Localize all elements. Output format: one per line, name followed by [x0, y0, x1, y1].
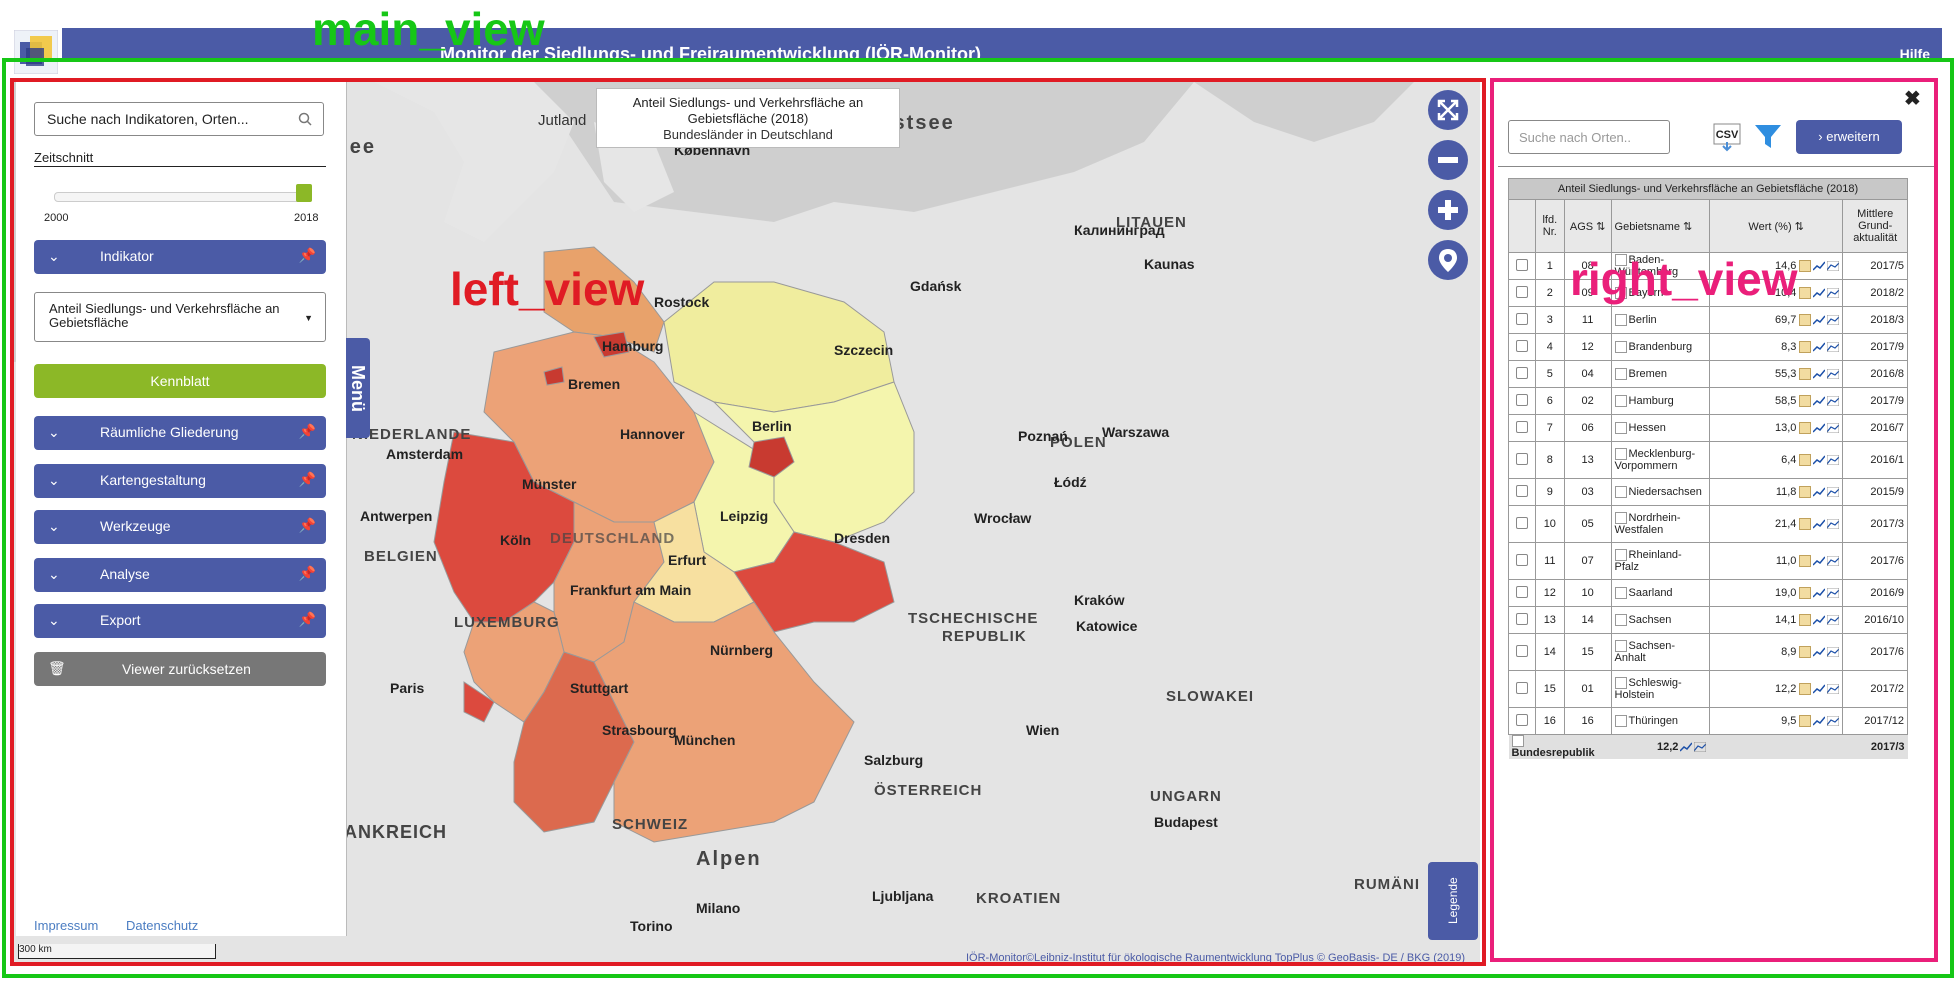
- right-view-frame: [1490, 78, 1938, 962]
- left-view-label: left_view: [450, 263, 645, 315]
- main-view-label: main_view: [312, 3, 545, 55]
- right-view-label: right_view: [1570, 253, 1798, 305]
- left-view-frame: [10, 78, 1486, 966]
